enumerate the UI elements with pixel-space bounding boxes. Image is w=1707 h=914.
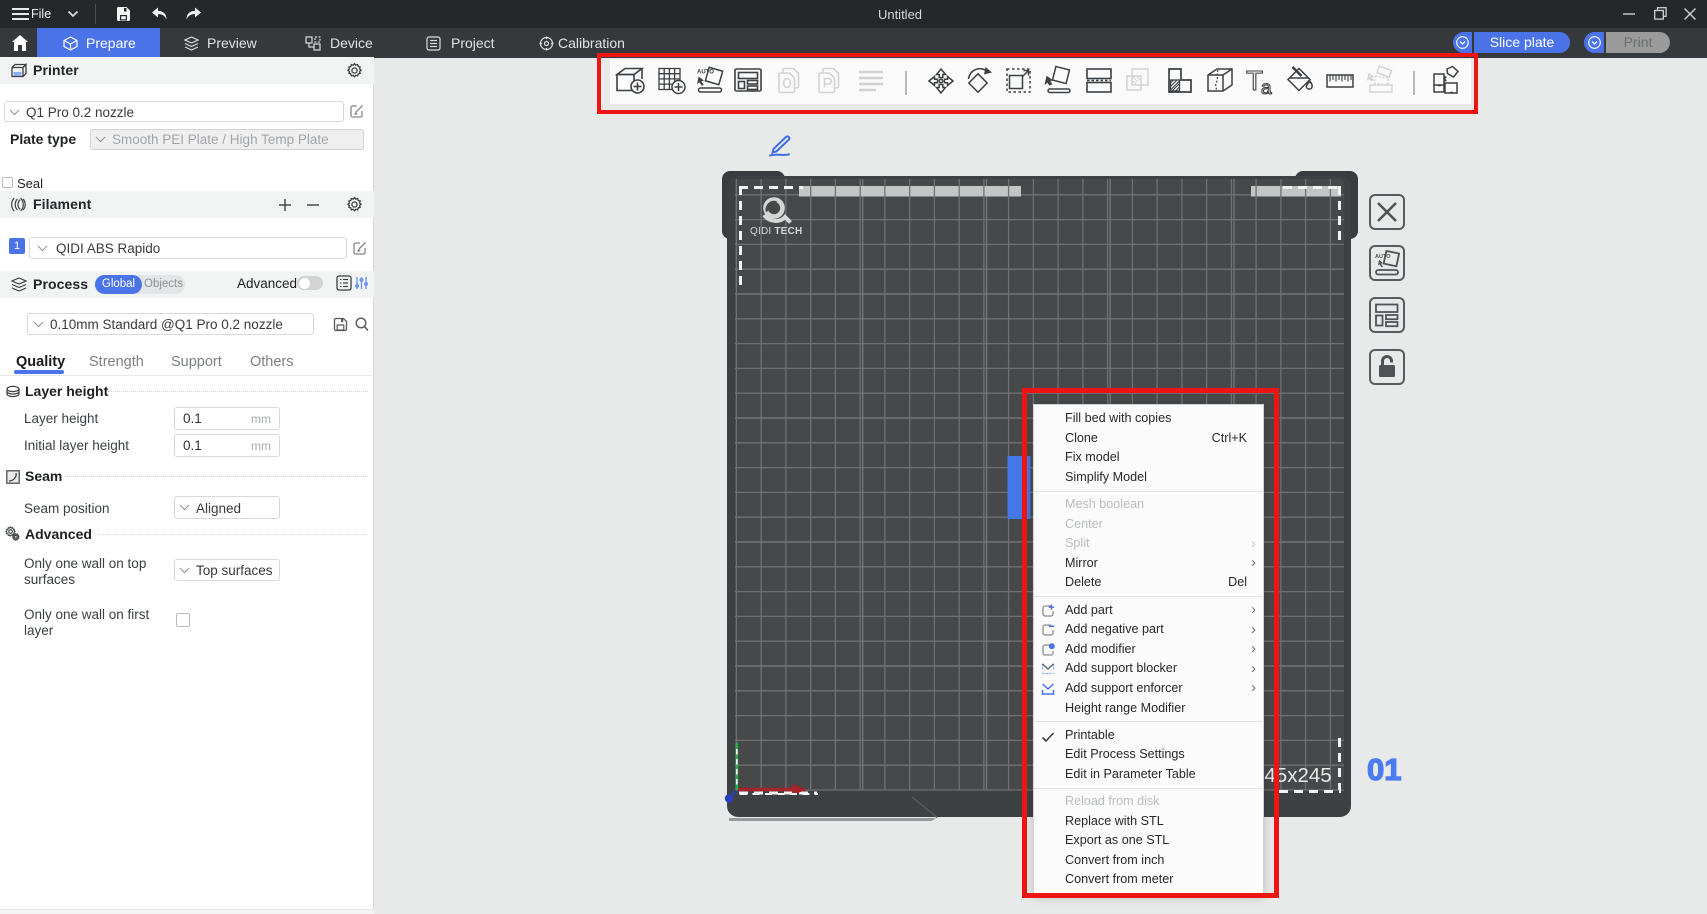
svg-text:AUTO: AUTO xyxy=(1375,254,1391,260)
svg-text:QIDI TECH: QIDI TECH xyxy=(750,226,802,237)
